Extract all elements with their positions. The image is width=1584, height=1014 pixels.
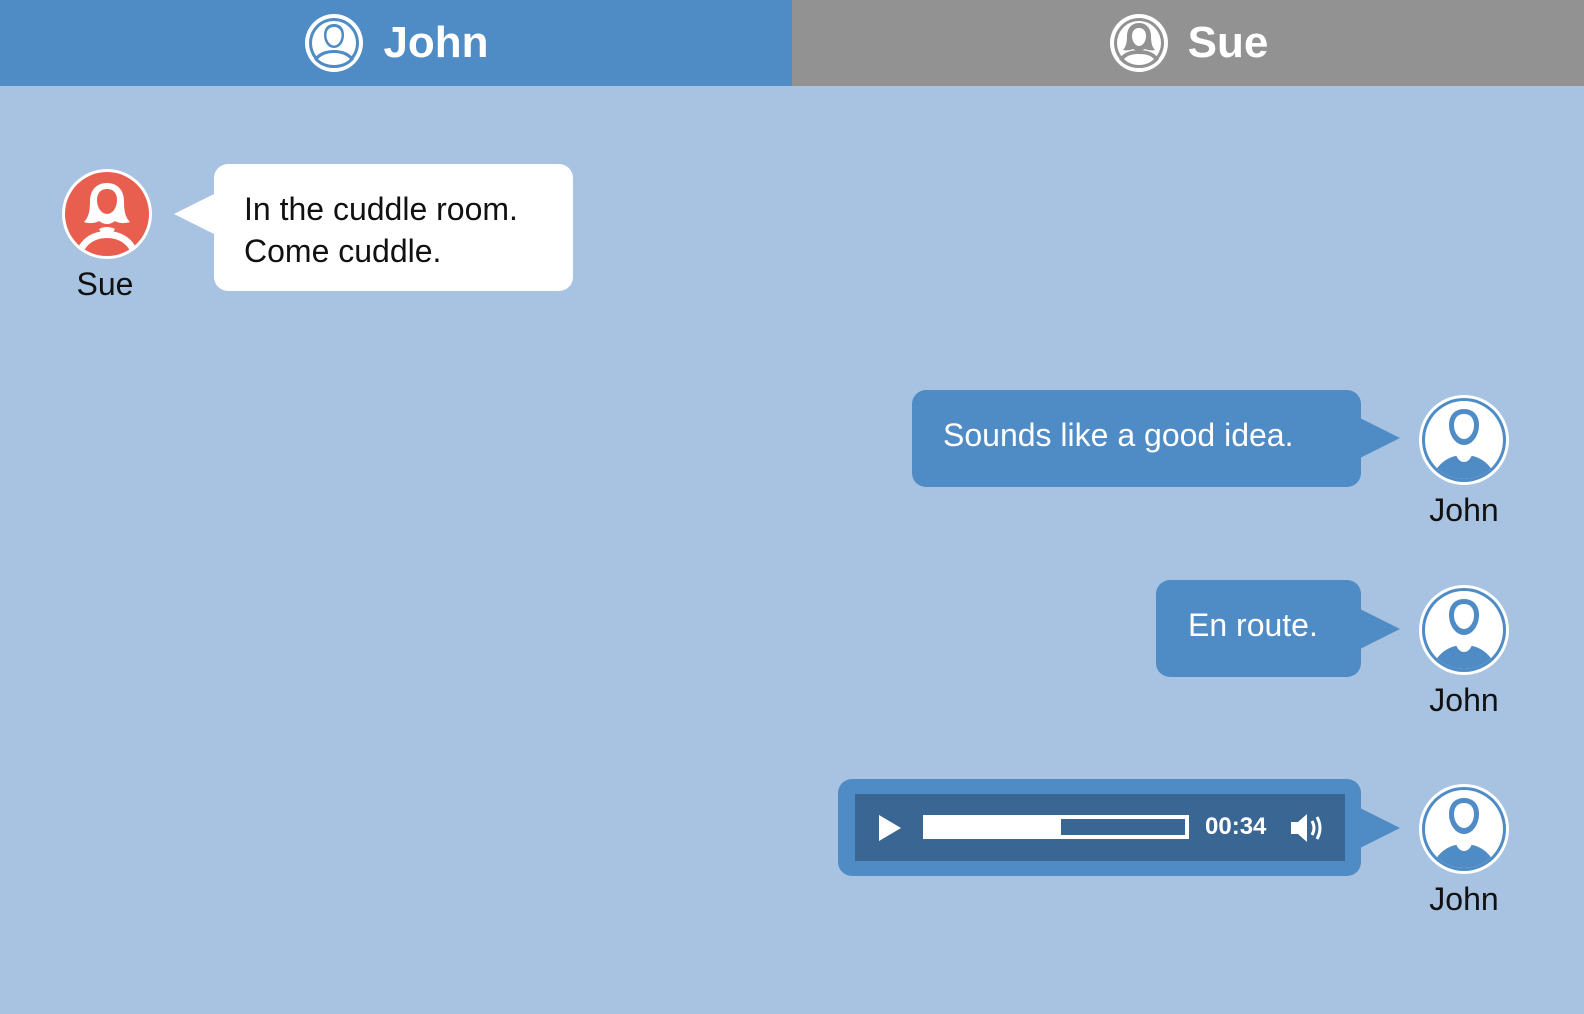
sender-name: John <box>1429 682 1499 718</box>
play-button[interactable] <box>879 814 901 841</box>
sender-name: John <box>1429 492 1499 528</box>
tab-john[interactable]: John <box>0 0 792 86</box>
audio-progress-bar[interactable] <box>923 815 1189 839</box>
audio-progress-fill <box>927 819 1062 835</box>
avatar <box>1419 784 1509 874</box>
audio-player: 00:34 <box>855 794 1345 861</box>
message-bubble: Sounds like a good idea. <box>912 390 1361 487</box>
bubble-tail <box>1360 808 1400 848</box>
avatar <box>62 169 152 259</box>
bubble-tail <box>1360 418 1400 458</box>
message-bubble: 00:34 <box>838 779 1361 876</box>
tab-label-john: John <box>383 18 489 67</box>
user-male-icon <box>1419 395 1509 485</box>
play-icon <box>879 814 901 841</box>
message-text: Sounds like a good idea. <box>943 417 1294 453</box>
user-female-icon <box>62 169 152 259</box>
user-female-icon <box>1108 12 1170 74</box>
user-male-icon <box>1419 585 1509 675</box>
avatar <box>1419 585 1509 675</box>
user-male-icon <box>303 12 365 74</box>
message-text: Come cuddle. <box>244 233 442 269</box>
volume-button[interactable] <box>1289 812 1325 844</box>
message-bubble: In the cuddle room. Come cuddle. <box>214 164 573 291</box>
audio-time: 00:34 <box>1205 813 1267 840</box>
user-male-icon <box>1419 784 1509 874</box>
avatar <box>1419 395 1509 485</box>
message-bubble: En route. <box>1156 580 1361 677</box>
volume-icon <box>1291 814 1322 842</box>
sender-name: Sue <box>76 266 134 302</box>
bubble-tail <box>174 194 214 234</box>
sender-name: John <box>1429 881 1499 917</box>
message-text: In the cuddle room. <box>244 191 518 227</box>
chat-tabs: John Sue <box>0 0 1584 86</box>
tab-label-sue: Sue <box>1187 18 1269 67</box>
message-text: En route. <box>1188 607 1318 643</box>
tab-sue[interactable]: Sue <box>792 0 1584 86</box>
bubble-tail <box>1360 609 1400 649</box>
